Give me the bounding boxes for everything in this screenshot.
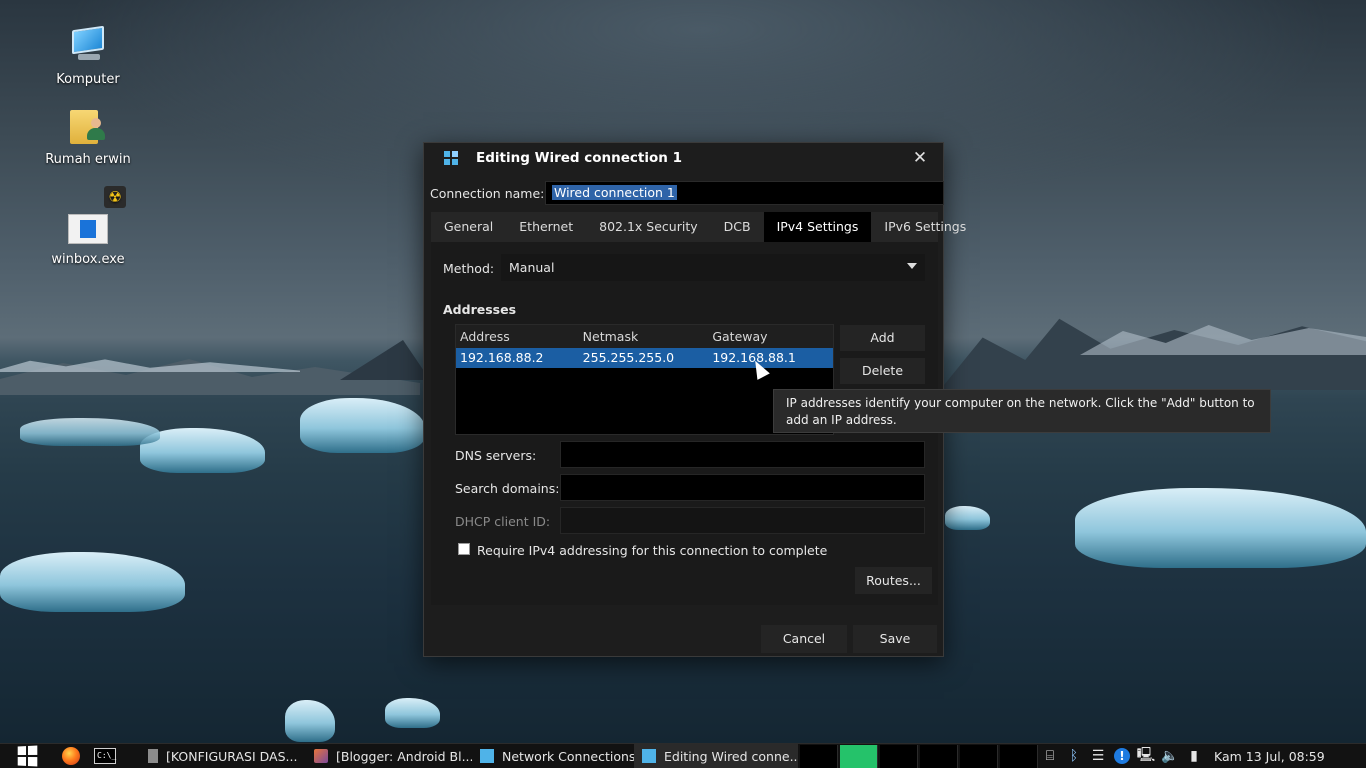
task-konfigurasi[interactable]: [KONFIGURASI DAS... xyxy=(140,744,306,768)
computer-icon xyxy=(68,25,108,66)
addresses-tooltip: IP addresses identify your computer on t… xyxy=(773,389,1271,433)
windows-logo-icon xyxy=(17,745,38,767)
tab-8021x-security[interactable]: 802.1x Security xyxy=(586,212,711,242)
dialog-title: Editing Wired connection 1 xyxy=(476,150,682,166)
network-monitor-graph xyxy=(880,744,918,768)
task-label: Network Connections xyxy=(502,748,634,764)
add-button[interactable]: Add xyxy=(840,325,925,351)
desktop-icon-winbox[interactable]: ☢ winbox.exe xyxy=(38,186,138,267)
network-connections-icon xyxy=(642,749,656,763)
clock[interactable]: Kam 13 Jul, 08:59 xyxy=(1206,749,1332,764)
addresses-title: Addresses xyxy=(443,302,517,317)
dhcp-client-id-label: DHCP client ID: xyxy=(455,514,551,529)
search-domains-label: Search domains: xyxy=(455,481,560,496)
load-monitor-graph xyxy=(960,744,998,768)
method-select[interactable]: Manual xyxy=(501,254,925,281)
routes-button[interactable]: Routes... xyxy=(855,567,932,594)
tab-dcb[interactable]: DCB xyxy=(711,212,764,242)
chevron-down-icon xyxy=(907,263,917,269)
swap-monitor-graph xyxy=(920,744,958,768)
task-editing-wired[interactable]: Editing Wired conne... xyxy=(634,743,798,768)
save-button[interactable]: Save xyxy=(853,625,937,653)
connection-name-value: Wired connection 1 xyxy=(552,185,677,200)
start-button[interactable] xyxy=(0,744,54,768)
radiation-badge-icon: ☢ xyxy=(104,186,126,208)
browser-icon xyxy=(314,749,328,763)
memory-monitor-graph xyxy=(840,744,878,768)
method-label: Method: xyxy=(443,261,495,276)
connection-name-label: Connection name: xyxy=(430,186,545,201)
bluetooth-icon[interactable]: ᛒ xyxy=(1062,744,1086,768)
alert-icon[interactable]: ! xyxy=(1110,744,1134,768)
network-icon[interactable]: 🖳 xyxy=(1134,744,1158,768)
desktop-icon-home[interactable]: Rumah erwin xyxy=(38,106,138,167)
dhcp-client-id-input xyxy=(560,507,925,534)
cell-netmask[interactable]: 255.255.255.0 xyxy=(579,348,709,368)
require-ipv4-label: Require IPv4 addressing for this connect… xyxy=(477,543,828,558)
require-ipv4-checkbox[interactable] xyxy=(458,543,470,555)
task-network-connections[interactable]: Network Connections xyxy=(472,744,634,768)
settings-tabs: General Ethernet 802.1x Security DCB IPv… xyxy=(431,212,966,242)
cpu-monitor-graph xyxy=(800,744,838,768)
task-label: [Blogger: Android Bl... xyxy=(336,748,472,764)
tab-ipv6-settings[interactable]: IPv6 Settings xyxy=(871,212,979,242)
tab-ipv4-settings[interactable]: IPv4 Settings xyxy=(763,212,872,242)
menu-icon[interactable]: ☰ xyxy=(1086,744,1110,768)
delete-button[interactable]: Delete xyxy=(840,358,925,384)
desktop-icon-label: Komputer xyxy=(56,72,120,87)
task-label: Editing Wired conne... xyxy=(664,748,798,764)
table-row[interactable]: 192.168.88.2 255.255.255.0 192.168.88.1 xyxy=(456,348,833,368)
desktop-icon-label: Rumah erwin xyxy=(45,152,131,167)
search-domains-input[interactable] xyxy=(560,474,925,501)
cell-address[interactable]: 192.168.88.2 xyxy=(456,348,579,368)
battery-icon[interactable]: ▮ xyxy=(1182,744,1206,768)
tab-ethernet[interactable]: Ethernet xyxy=(506,212,586,242)
column-header-address[interactable]: Address xyxy=(456,325,579,348)
disk-monitor-graph xyxy=(1000,744,1038,768)
network-cable-icon[interactable]: ⌸ xyxy=(1038,744,1062,768)
desktop-icon-label: winbox.exe xyxy=(51,252,125,267)
connection-name-input[interactable]: Wired connection 1 xyxy=(545,181,944,205)
dialog-titlebar[interactable]: Editing Wired connection 1 ✕ xyxy=(424,143,943,174)
winbox-file-icon: ☢ xyxy=(68,186,126,246)
system-tray: ⌸ ᛒ ☰ ! 🖳 🔈 ▮ Kam 13 Jul, 08:59 xyxy=(1038,744,1332,768)
task-blogger[interactable]: [Blogger: Android Bl... xyxy=(306,744,472,768)
home-folder-icon xyxy=(68,106,108,146)
column-header-gateway[interactable]: Gateway xyxy=(708,325,833,348)
terminal-launcher[interactable]: C:\_ xyxy=(88,744,122,768)
network-connections-icon xyxy=(444,151,458,165)
cell-gateway[interactable]: 192.168.88.1 xyxy=(708,348,833,368)
dns-servers-input[interactable] xyxy=(560,441,925,468)
column-header-netmask[interactable]: Netmask xyxy=(579,325,709,348)
terminal-icon: C:\_ xyxy=(94,748,116,764)
tab-general[interactable]: General xyxy=(431,212,506,242)
dns-servers-label: DNS servers: xyxy=(455,448,537,463)
firefox-launcher[interactable] xyxy=(54,744,88,768)
document-icon xyxy=(148,749,158,763)
cancel-button[interactable]: Cancel xyxy=(761,625,847,653)
task-label: [KONFIGURASI DAS... xyxy=(166,748,298,764)
desktop-icon-komputer[interactable]: Komputer xyxy=(38,25,138,87)
table-header: Address Netmask Gateway xyxy=(456,325,833,348)
method-value: Manual xyxy=(509,260,555,275)
close-button[interactable]: ✕ xyxy=(911,148,929,168)
firefox-icon xyxy=(62,747,80,765)
connection-name-row: Connection name: Wired connection 1 xyxy=(430,181,944,207)
taskbar: C:\_ [KONFIGURASI DAS... [Blogger: Andro… xyxy=(0,743,1366,768)
network-connections-icon xyxy=(480,749,494,763)
volume-icon[interactable]: 🔈 xyxy=(1158,744,1182,768)
